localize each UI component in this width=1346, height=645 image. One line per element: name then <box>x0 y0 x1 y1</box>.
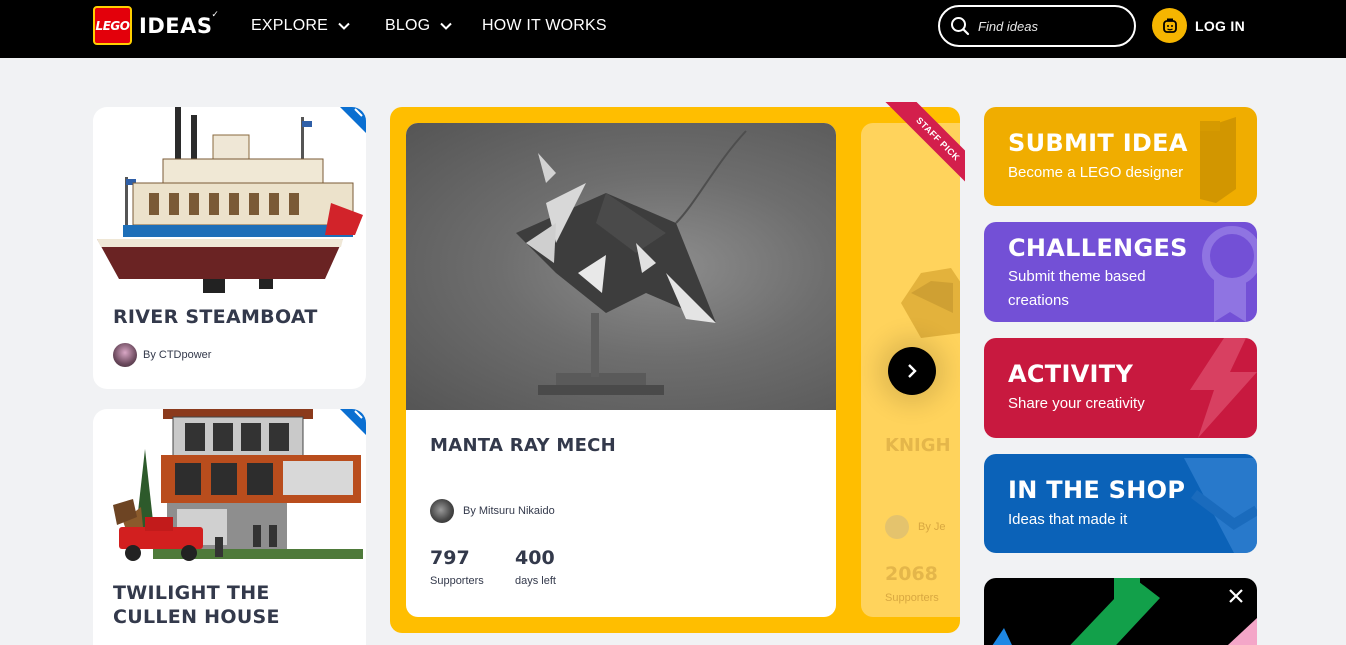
card-title: TWILIGHT THE CULLEN HOUSE <box>113 582 280 628</box>
card-author[interactable]: By CTDpower <box>113 343 211 367</box>
supporters-count: 797 <box>430 547 470 569</box>
search-box[interactable] <box>938 5 1136 47</box>
ribbon-icon <box>340 107 366 133</box>
tile-subtitle: Submit theme based creations <box>1008 268 1146 309</box>
tile-challenges[interactable]: CHALLENGES Submit theme based creations <box>984 222 1257 322</box>
login-label: LOG IN <box>1195 17 1246 34</box>
nav-explore[interactable]: EXPLORE <box>251 17 350 35</box>
tile-title: IN THE SHOP <box>1008 476 1186 504</box>
card-author-name: By CTDpower <box>143 349 212 361</box>
featured-idea-card[interactable]: MANTA RAY MECH By Mitsuru Nikaido 797 Su… <box>406 123 836 617</box>
featured-title: MANTA RAY MECH <box>430 435 617 456</box>
chevron-down-icon <box>440 22 452 30</box>
days-left-stat: 400 days left <box>515 547 556 587</box>
featured-author-name: By Mitsuru Nikaido <box>463 505 555 517</box>
wordmark-tick-icon: ✓ <box>211 9 220 20</box>
tile-subtitle: Ideas that made it <box>1008 511 1128 528</box>
card-title: RIVER STEAMBOAT <box>113 306 318 328</box>
avatar <box>113 343 137 367</box>
lego-ideas-logo[interactable]: LEGO IDEAS ✓ <box>93 6 219 45</box>
ribbon-icon <box>340 409 366 435</box>
days-left-label: days left <box>515 575 556 587</box>
nav-blog[interactable]: BLOG <box>385 17 452 35</box>
nav-how-it-works-label: HOW IT WORKS <box>482 17 607 34</box>
tile-subtitle: Become a LEGO designer <box>1008 164 1184 181</box>
lego-logo-badge: LEGO <box>93 6 132 45</box>
site-header: LEGO IDEAS ✓ EXPLORE BLOG HOW IT WORKS L… <box>0 0 1346 58</box>
avatar <box>885 515 909 539</box>
staff-pick-badge: STAFF PICK <box>883 102 965 184</box>
tile-activity[interactable]: ACTIVITY Share your creativity <box>984 338 1257 438</box>
ideas-wordmark: IDEAS ✓ <box>139 10 219 38</box>
chevron-down-icon <box>338 22 350 30</box>
tile-in-the-shop[interactable]: IN THE SHOP Ideas that made it <box>984 454 1257 553</box>
login-button[interactable]: LOG IN <box>1152 8 1245 43</box>
peek-author: By Je <box>885 515 946 539</box>
carousel-next-button[interactable] <box>888 347 936 395</box>
tile-title: CHALLENGES <box>1008 234 1188 262</box>
cullen-house-image <box>113 409 363 561</box>
search-icon <box>951 17 970 36</box>
nav-how-it-works[interactable]: HOW IT WORKS <box>482 17 607 35</box>
close-icon[interactable] <box>1228 588 1244 604</box>
steamboat-image <box>97 107 363 293</box>
manta-ray-mech-image <box>406 123 836 410</box>
nav-blog-label: BLOG <box>385 17 431 34</box>
avatar <box>430 499 454 523</box>
featured-author[interactable]: By Mitsuru Nikaido <box>430 499 555 523</box>
chevron-right-icon <box>908 364 917 378</box>
peek-title: KNIGH <box>885 435 951 456</box>
tile-title: SUBMIT IDEA <box>1008 129 1188 157</box>
days-left-count: 400 <box>515 547 555 569</box>
featured-carousel: MANTA RAY MECH By Mitsuru Nikaido 797 Su… <box>390 107 960 633</box>
lightning-icon <box>1190 338 1257 438</box>
promo-banner[interactable] <box>984 578 1257 645</box>
peek-supporters-count: 2068 <box>885 563 938 585</box>
supporters-label: Supporters <box>430 575 484 587</box>
idea-card-river-steamboat[interactable]: RIVER STEAMBOAT By CTDpower <box>93 107 366 389</box>
nav-explore-label: EXPLORE <box>251 17 328 34</box>
supporters-stat: 797 Supporters <box>430 547 484 587</box>
idea-card-cullen-house[interactable]: TWILIGHT THE CULLEN HOUSE <box>93 409 366 645</box>
tile-title: ACTIVITY <box>1008 360 1134 388</box>
ideas-wordmark-text: IDEAS <box>139 13 213 38</box>
peek-supporters-label: Supporters <box>885 592 939 604</box>
promo-art <box>992 578 1257 645</box>
tile-subtitle: Share your creativity <box>1008 395 1145 412</box>
peek-author-name: By Je <box>918 521 946 533</box>
search-input[interactable] <box>978 18 1118 34</box>
staff-pick-label: STAFF PICK <box>884 102 965 184</box>
minifig-icon <box>1152 8 1187 43</box>
tile-submit-idea[interactable]: SUBMIT IDEA Become a LEGO designer <box>984 107 1257 206</box>
